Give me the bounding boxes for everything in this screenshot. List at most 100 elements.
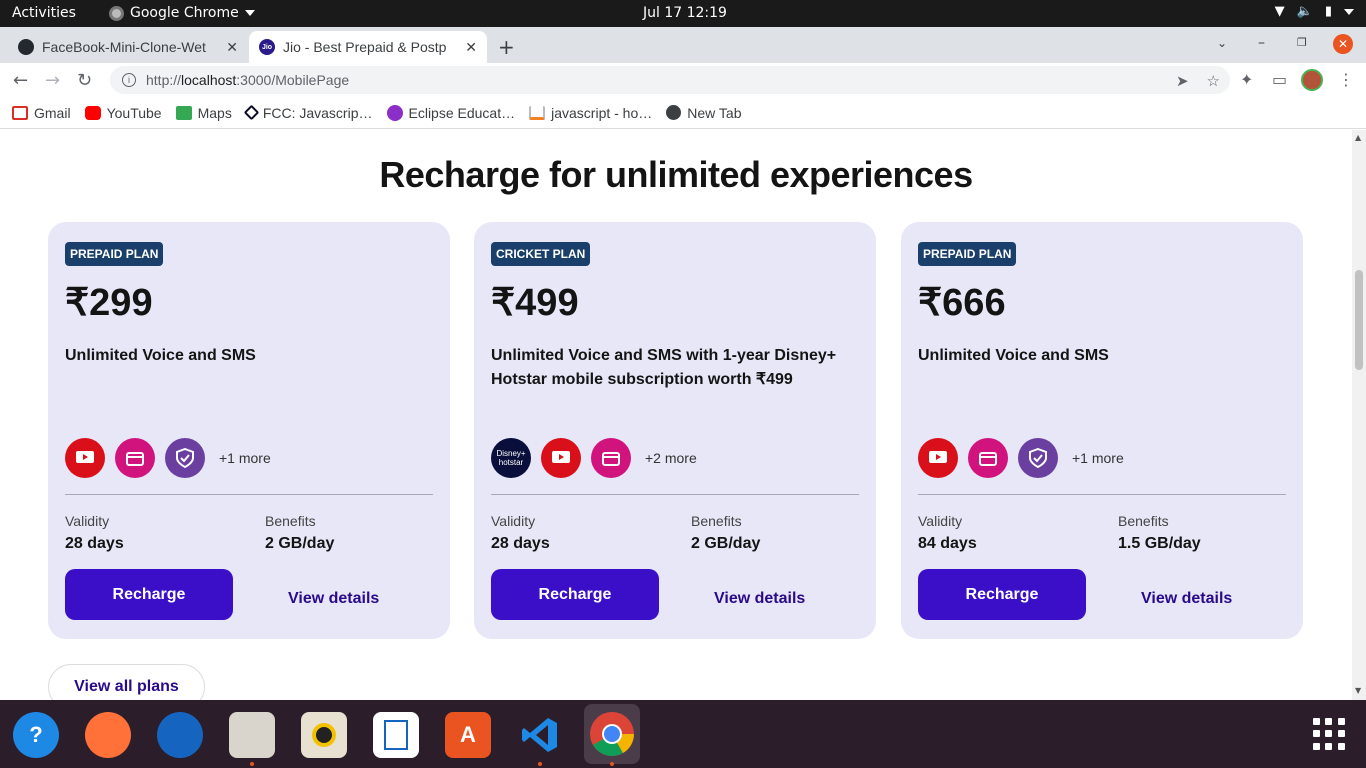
page-scrollbar[interactable]: ▲ ▼ [1352,130,1366,700]
jiocinema-icon[interactable] [591,438,631,478]
close-icon[interactable]: ✕ [226,39,238,56]
rhythmbox-icon[interactable] [301,712,347,758]
running-indicator [610,762,614,766]
bookmark-youtube[interactable]: YouTube [84,104,162,121]
thunderbird-icon[interactable] [157,712,203,758]
extensions-icon[interactable]: ✦ [1240,70,1253,89]
window-close-button[interactable]: ✕ [1333,34,1353,54]
bookmark-fcc[interactable]: FCC: Javascrip… [243,104,373,121]
url-host: localhost [181,72,237,88]
benefits-block: Benefits 2 GB/day [265,513,334,553]
reload-icon[interactable]: ↻ [77,70,92,91]
bookmark-new-tab[interactable]: New Tab [666,105,741,121]
tab-strip: FaceBook-Mini-Clone-Wet ✕ Jio Jio - Best… [0,27,1366,63]
jiosecurity-icon[interactable] [1018,438,1058,478]
tab-jio[interactable]: Jio Jio - Best Prepaid & Postp ✕ [249,31,487,63]
hotstar-icon[interactable]: Disney+ hotstar [491,438,531,478]
more-apps-label[interactable]: +1 more [219,450,271,466]
eclipse-icon [386,104,403,121]
jiocinema-icon[interactable] [968,438,1008,478]
stackoverflow-icon [529,105,546,120]
menu-dots-icon[interactable]: ⋮ [1338,70,1354,89]
youtube-icon[interactable] [541,438,581,478]
plan-description: Unlimited Voice and SMS [65,347,256,364]
bookmark-label: FCC: Javascrip… [262,104,373,121]
recharge-button[interactable]: Recharge [65,569,233,620]
plan-badge: PREPAID PLAN [65,242,164,266]
plan-description: Unlimited Voice and SMS with 1-year Disn… [491,347,837,388]
maps-icon [175,105,192,120]
validity-value: 28 days [65,535,124,552]
bookmark-stackoverflow[interactable]: javascript - ho… [529,105,652,121]
bookmark-gmail[interactable]: Gmail [12,105,71,121]
divider [918,494,1286,495]
new-tab-button[interactable]: + [498,35,515,59]
vscode-icon[interactable] [517,712,563,758]
plan-price: ₹666 [918,282,1006,324]
wifi-icon: ▼ [1274,4,1285,19]
benefits-block: Benefits 2 GB/day [691,513,760,553]
forward-arrow-icon[interactable]: → [45,70,60,91]
back-arrow-icon[interactable]: ← [13,70,28,91]
clock[interactable]: Jul 17 12:19 [643,5,727,21]
system-tray[interactable]: ▼ 🔈 ▮ [1275,4,1354,19]
info-icon[interactable]: i [122,73,136,87]
validity-block: Validity 28 days [65,513,124,553]
scroll-down-icon[interactable]: ▼ [1355,686,1361,695]
system-top-bar: Activities Google Chrome Jul 17 12:19 ▼ … [0,0,1366,27]
files-icon[interactable] [229,712,275,758]
writer-icon[interactable] [373,712,419,758]
chrome-icon [109,5,124,21]
benefits-label: Benefits [265,513,316,529]
scrollbar-thumb[interactable] [1355,270,1363,370]
page-heading: Recharge for unlimited experiences [379,154,973,195]
chevron-down-icon [244,10,255,16]
fcc-icon [243,104,260,121]
profile-avatar[interactable] [1301,69,1323,91]
validity-value: 28 days [491,535,550,552]
ubuntu-dock: ? A [0,700,1366,768]
app-menu[interactable]: Google Chrome [109,5,255,21]
jiocinema-icon[interactable] [115,438,155,478]
software-icon[interactable]: A [445,712,491,758]
hotstar-logo-text: Disney+ hotstar [496,449,526,467]
minimize-icon[interactable]: – [1258,35,1265,51]
bookmark-eclipse[interactable]: Eclipse Educat… [386,104,515,121]
tab-facebook-clone[interactable]: FaceBook-Mini-Clone-Wet ✕ [8,31,248,63]
star-icon[interactable]: ☆ [1207,72,1220,90]
bookmark-maps[interactable]: Maps [175,104,232,121]
side-panel-icon[interactable]: ▭ [1272,70,1287,89]
plan-price: ₹499 [491,282,579,324]
plan-card: PREPAID PLAN ₹666 Unlimited Voice and SM… [901,222,1303,639]
tab-search-icon[interactable]: ⌄ [1217,36,1227,50]
globe-icon [666,105,682,120]
youtube-icon[interactable] [65,438,105,478]
plan-description: Unlimited Voice and SMS [918,347,1109,364]
chrome-icon[interactable] [584,704,640,764]
activities-button[interactable]: Activities [12,5,76,21]
more-apps-label[interactable]: +2 more [645,450,697,466]
more-apps-label[interactable]: +1 more [1072,450,1124,466]
bookmark-label: YouTube [106,104,162,121]
app-menu-label: Google Chrome [130,5,239,21]
youtube-icon[interactable] [918,438,958,478]
view-details-link[interactable]: View details [1141,590,1232,608]
gmail-icon [12,105,28,120]
scroll-up-icon[interactable]: ▲ [1355,133,1361,142]
benefits-label: Benefits [691,513,742,529]
url-path: :3000/MobilePage [236,72,350,88]
jiosecurity-icon[interactable] [165,438,205,478]
view-details-link[interactable]: View details [288,590,379,608]
close-icon[interactable]: ✕ [465,39,477,56]
view-details-link[interactable]: View details [714,590,805,608]
bookmark-label: Maps [197,104,232,121]
recharge-button[interactable]: Recharge [491,569,659,620]
share-icon[interactable]: ➤ [1176,72,1189,90]
recharge-button[interactable]: Recharge [918,569,1086,620]
firefox-icon[interactable] [85,712,131,758]
view-all-plans-button[interactable]: View all plans [48,664,205,700]
maximize-icon[interactable]: ❐ [1297,36,1307,49]
help-icon[interactable]: ? [13,712,59,758]
address-bar[interactable]: i http://localhost:3000/MobilePage ➤ ☆ [110,66,1230,94]
show-apps-icon[interactable] [1313,718,1345,750]
